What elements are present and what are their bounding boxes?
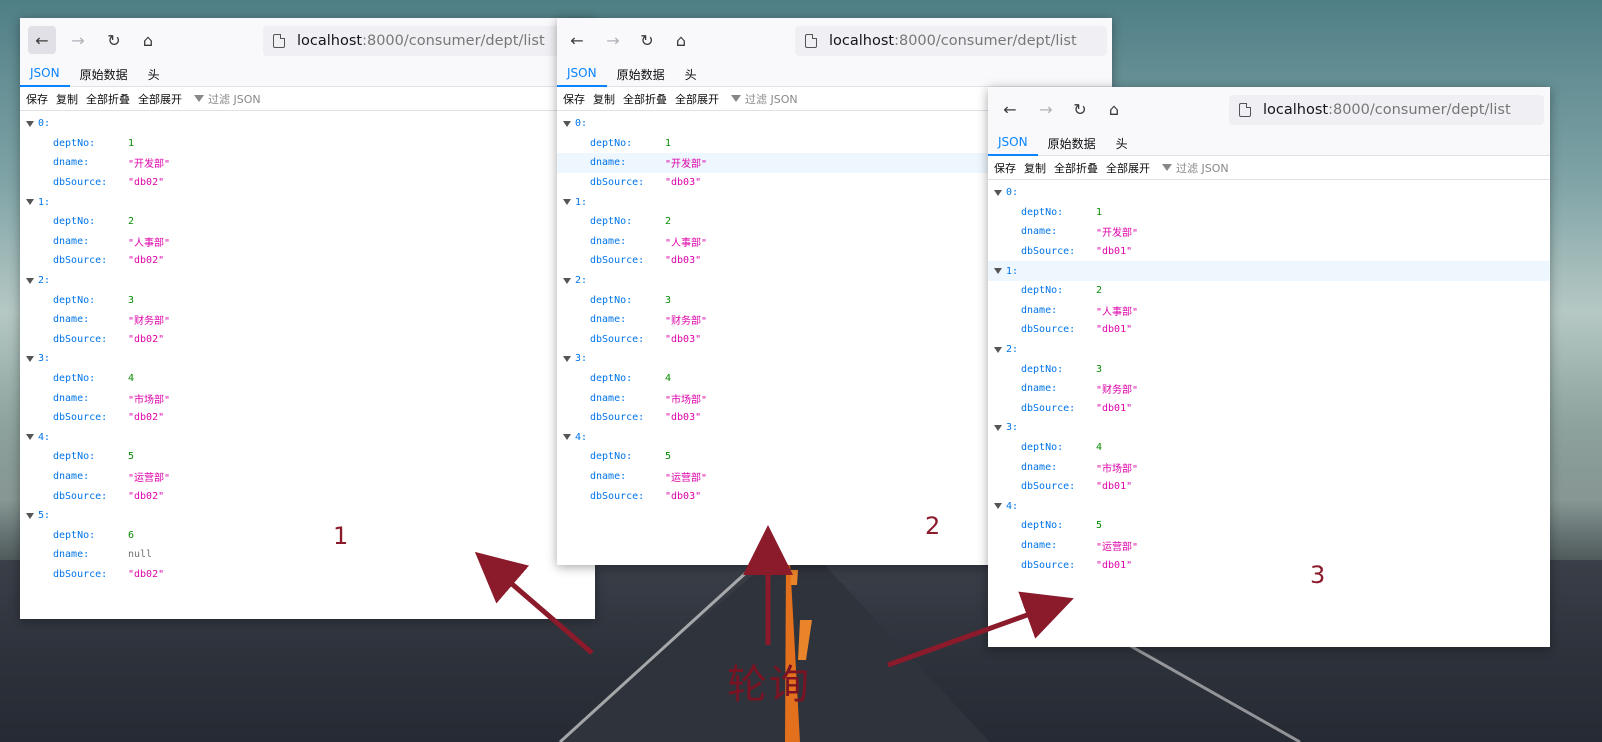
arrow-to-window-3 bbox=[887, 591, 1074, 668]
arrow-to-window-1 bbox=[474, 551, 594, 655]
annotation-arrows bbox=[474, 525, 1074, 668]
